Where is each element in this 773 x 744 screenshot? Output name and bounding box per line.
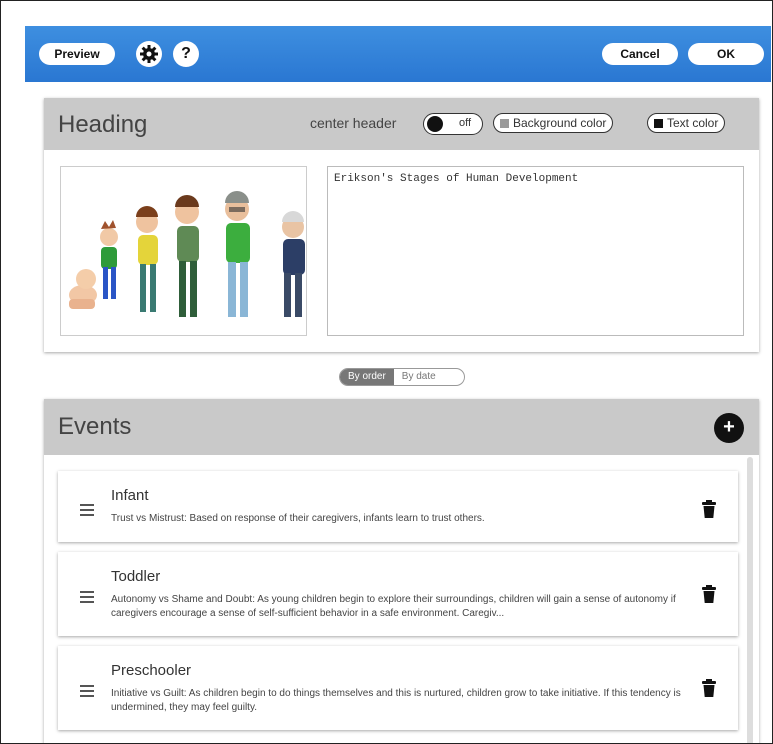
center-header-toggle[interactable]: off [423,113,483,135]
text-color-swatch [654,119,663,129]
cancel-button[interactable]: Cancel [602,43,678,65]
event-card[interactable]: Infant Trust vs Mistrust: Based on respo… [58,471,738,542]
help-icon: ? [181,45,191,62]
drag-handle-icon[interactable] [80,588,94,606]
elder-figure [282,211,305,317]
events-panel-header: Events + [44,399,759,455]
heading-image[interactable] [60,166,307,336]
event-card[interactable]: Toddler Autonomy vs Shame and Doubt: As … [58,552,738,636]
drag-handle-icon[interactable] [80,501,94,519]
sort-by-date-button[interactable]: By date [394,369,444,385]
heading-text-value: Erikson's Stages of Human Development [334,173,579,185]
event-title: Infant [111,487,149,504]
editor-window: Preview ? Cancel OK Heading center heade… [0,0,773,744]
text-color-label: Text color [667,116,719,130]
help-button[interactable]: ? [173,41,199,67]
event-description: Trust vs Mistrust: Based on response of … [111,513,485,524]
trash-icon[interactable] [702,500,716,518]
plus-icon: + [723,416,735,438]
toggle-state-label: off [459,117,472,129]
adult-figure [225,191,250,317]
events-scrollbar[interactable] [747,457,753,743]
background-color-button[interactable]: Background color [493,113,614,133]
teen-figure [175,195,199,317]
event-title: Preschooler [111,662,192,679]
events-panel: Events + Infant Trust vs Mistrust: Based… [44,399,759,743]
toolbar: Preview ? Cancel OK [25,26,771,82]
human-development-illustration [69,191,305,317]
event-description: Initiative vs Guilt: As children begin t… [111,688,681,713]
event-card[interactable]: Preschooler Initiative vs Guilt: As chil… [58,646,738,730]
events-title: Events [58,413,132,440]
background-color-swatch [500,119,509,129]
preview-button[interactable]: Preview [39,43,115,65]
text-color-button[interactable]: Text color [647,113,726,133]
heading-panel: Heading center header off Background col… [44,98,759,352]
ok-button[interactable]: OK [688,43,764,65]
event-title: Toddler [111,568,161,585]
trash-icon[interactable] [702,585,716,603]
center-header-label: center header [310,115,397,131]
baby-figure [69,269,97,309]
event-description: Autonomy vs Shame and Doubt: As young ch… [111,594,676,619]
add-event-button[interactable]: + [714,413,744,443]
toggle-knob [427,116,443,132]
heading-panel-header: Heading center header off Background col… [44,98,759,150]
sort-by-order-button[interactable]: By order [340,369,394,385]
settings-button[interactable] [136,41,162,67]
gear-icon [140,45,158,63]
heading-title: Heading [58,111,148,138]
trash-icon[interactable] [702,679,716,697]
sort-toggle: By order By date [339,368,465,386]
drag-handle-icon[interactable] [80,682,94,700]
child-figure [136,206,158,312]
background-color-label: Background color [513,116,607,130]
toddler-figure [100,220,118,299]
heading-text-input[interactable]: Erikson's Stages of Human Development [327,166,744,336]
